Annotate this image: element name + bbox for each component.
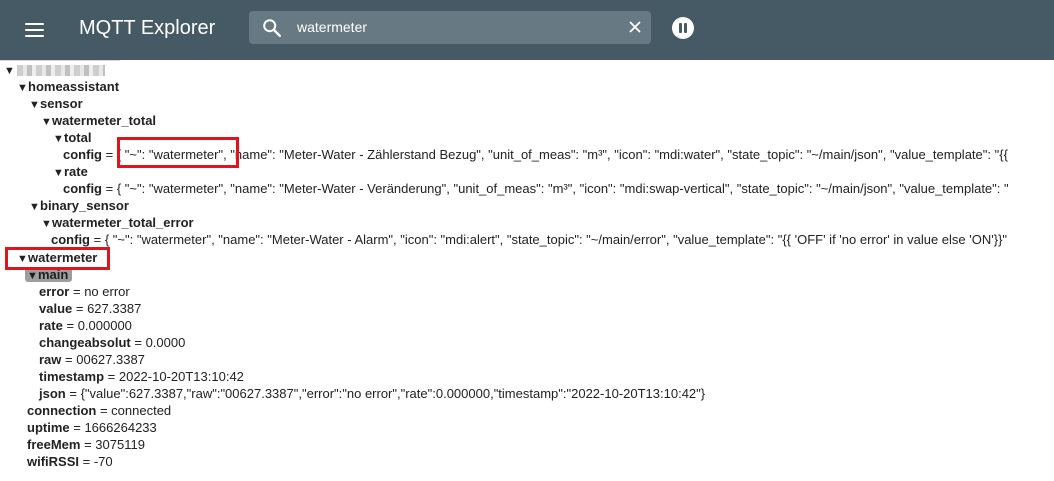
tree-leaf-rate[interactable]: rate = 0.000000	[39, 317, 132, 334]
tree-node-watermeter-total-error[interactable]: ▼watermeter_total_error	[41, 214, 194, 231]
tree-leaf-timestamp[interactable]: timestamp = 2022-10-20T13:10:42	[39, 368, 244, 385]
pause-button[interactable]	[672, 17, 694, 39]
expand-toggle-icon[interactable]: ▼	[29, 199, 40, 216]
close-icon[interactable]	[627, 19, 643, 35]
expand-toggle-icon[interactable]: ▼	[17, 80, 28, 97]
app-bar: MQTT Explorer	[0, 0, 1054, 60]
tree-node-watermeter[interactable]: ▼watermeter	[17, 249, 97, 266]
node-label: rate	[64, 164, 88, 179]
leaf-value: { "~": "watermeter", "name": "Meter-Wate…	[116, 181, 1009, 196]
tree-leaf-value[interactable]: value = 627.3387	[39, 300, 141, 317]
search-input[interactable]	[297, 16, 617, 38]
search-icon	[263, 19, 281, 37]
tree-leaf-rate-config[interactable]: config = { "~": "watermeter", "name": "M…	[63, 180, 1009, 197]
leaf-value: { "~": "watermeter", "name": "Meter-Wate…	[116, 147, 1008, 162]
topic-tree: ▼ ▼homeassistant ▼sensor ▼watermeter_tot…	[0, 60, 1054, 481]
tree-leaf-total-config[interactable]: config = { "~": "watermeter", "name": "M…	[63, 146, 1008, 163]
node-label: sensor	[40, 96, 83, 111]
leaf-key: config	[63, 181, 102, 196]
tree-node-root[interactable]: ▼	[4, 61, 105, 78]
tree-node-sensor[interactable]: ▼sensor	[29, 95, 83, 112]
tree-leaf-wifirssi[interactable]: wifiRSSI = -70	[27, 453, 113, 470]
tree-leaf-freemem[interactable]: freeMem = 3075119	[27, 436, 145, 453]
node-label: watermeter_total	[52, 113, 157, 128]
expand-toggle-icon[interactable]: ▼	[29, 97, 40, 114]
node-label: binary_sensor	[40, 198, 129, 213]
hamburger-menu-icon[interactable]	[24, 19, 46, 41]
expand-toggle-icon[interactable]: ▼	[4, 63, 15, 80]
expand-toggle-icon[interactable]: ▼	[41, 114, 52, 131]
tree-node-total[interactable]: ▼total	[53, 129, 91, 146]
leaf-key: config	[51, 232, 90, 247]
tree-leaf-error-config[interactable]: config = { "~": "watermeter", "name": "M…	[51, 231, 1007, 248]
tree-leaf-json[interactable]: json = {"value":627.3387,"raw":"00627.33…	[39, 385, 705, 402]
selected-node[interactable]: ▼main	[25, 267, 73, 285]
redacted-root-label	[17, 65, 105, 77]
node-label: homeassistant	[28, 79, 120, 94]
tree-leaf-raw[interactable]: raw = 00627.3387	[39, 351, 145, 368]
pause-icon	[679, 23, 682, 33]
node-label: main	[38, 267, 69, 282]
tree-leaf-error[interactable]: error = no error	[39, 283, 130, 300]
app-title: MQTT Explorer	[79, 17, 216, 39]
tree-node-main[interactable]: ▼main	[25, 266, 73, 285]
leaf-key: config	[63, 147, 102, 162]
tree-node-homeassistant[interactable]: ▼homeassistant	[17, 78, 119, 95]
node-label: total	[64, 130, 92, 145]
expand-toggle-icon[interactable]: ▼	[27, 268, 38, 285]
search-box[interactable]	[249, 11, 651, 44]
tree-leaf-connection[interactable]: connection = connected	[27, 402, 171, 419]
tree-node-rate[interactable]: ▼rate	[53, 163, 88, 180]
tree-leaf-uptime[interactable]: uptime = 1666264233	[27, 419, 157, 436]
tree-node-watermeter-total[interactable]: ▼watermeter_total	[41, 112, 156, 129]
leaf-value: { "~": "watermeter", "name": "Meter-Wate…	[104, 232, 1008, 247]
tree-leaf-changeabsolut[interactable]: changeabsolut = 0.0000	[39, 334, 185, 351]
node-label: watermeter	[28, 250, 98, 265]
node-label: watermeter_total_error	[52, 215, 194, 230]
tree-node-binary-sensor[interactable]: ▼binary_sensor	[29, 197, 129, 214]
